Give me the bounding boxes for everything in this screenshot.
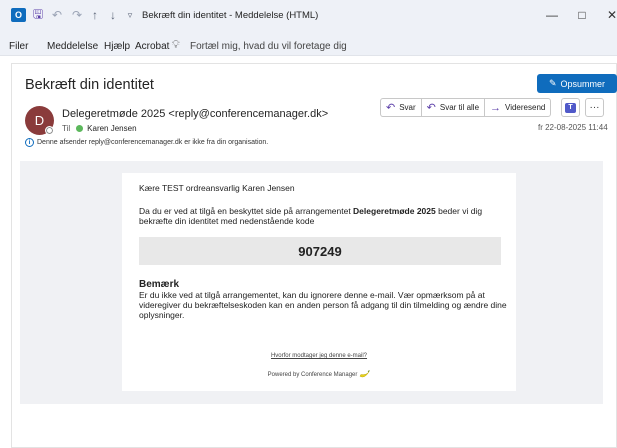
undo-icon[interactable]: ↶: [51, 8, 63, 22]
email-intro: Da du er ved at tilgå en beskyttet side …: [139, 206, 499, 226]
window-title: Bekræft din identitet - Meddelelse (HTML…: [142, 10, 319, 21]
forward-icon: →: [490, 101, 502, 114]
minimize-button[interactable]: —: [543, 7, 561, 23]
customize-qat-icon[interactable]: ▿: [125, 8, 135, 22]
lightbulb-icon: 💡︎: [172, 39, 180, 51]
sender[interactable]: Delegeretmøde 2025 <reply@conferencemana…: [62, 108, 328, 120]
reply-icon: ↶: [386, 102, 396, 114]
powered-by-text: Powered by Conference Manager: [267, 371, 358, 378]
tell-me-search[interactable]: Fortæl mig, hvad du vil foretage dig: [190, 41, 347, 52]
why-received-link[interactable]: Hvorfor modtager jeg denne e-mail?: [122, 353, 516, 359]
maximize-button[interactable]: □: [573, 7, 591, 23]
message-pane: Bekræft din identitet ✎ Opsummer D Deleg…: [11, 63, 617, 448]
recipient-name[interactable]: Karen Jensen: [87, 124, 136, 133]
message-subject: Bekræft din identitet: [25, 77, 154, 93]
recipient-row: Til Karen Jensen: [62, 124, 137, 133]
to-label: Til: [62, 124, 71, 133]
menu-hjaelp[interactable]: Hjælp: [104, 41, 130, 52]
reply-all-icon: ↶: [426, 102, 436, 114]
external-notice-text: Denne afsender reply@conferencemanager.d…: [37, 139, 269, 146]
close-button[interactable]: ✕: [603, 7, 617, 23]
response-actions: ↶ Svar ↶ Svar til alle → Videresend: [380, 98, 552, 117]
next-item-icon[interactable]: ↓: [107, 8, 119, 22]
copilot-icon: ✎: [548, 78, 557, 88]
message-date: fr 22-08-2025 11:44: [538, 123, 608, 132]
title-bar: O 🖫 ↶ ↷ ↑ ↓ ▿ Bekræft din identitet - Me…: [0, 0, 617, 30]
external-sender-notice: i Denne afsender reply@conferencemanager…: [25, 138, 268, 147]
forward-label: Videresend: [505, 103, 546, 112]
previous-item-icon[interactable]: ↑: [89, 8, 101, 22]
redo-icon[interactable]: ↷: [71, 8, 83, 22]
intro-text-start: Da du er ved at tilgå en beskyttet side …: [139, 206, 354, 216]
menu-bar: Filer Meddelelse Hjælp Acrobat 💡︎ Fortæl…: [0, 30, 617, 56]
outlook-icon: O: [11, 8, 26, 22]
ellipsis-icon: ···: [589, 102, 600, 113]
summarize-button[interactable]: ✎ Opsummer: [537, 74, 617, 93]
info-icon: i: [25, 138, 34, 147]
reply-button[interactable]: ↶ Svar: [381, 99, 422, 116]
event-name: Delegeretmøde 2025: [353, 206, 436, 216]
conference-manager-logo-icon: [360, 370, 371, 378]
recipient-presence-icon: [76, 125, 84, 132]
menu-acrobat[interactable]: Acrobat: [135, 41, 169, 52]
save-icon[interactable]: 🖫: [32, 7, 44, 22]
menu-meddelelse[interactable]: Meddelelse: [47, 41, 98, 52]
summarize-label: Opsummer: [560, 78, 606, 89]
more-actions-button[interactable]: ···: [585, 98, 604, 117]
presence-status-icon: [45, 126, 54, 135]
email-body: Kære TEST ordreansvarlig Karen Jensen Da…: [20, 161, 603, 404]
note-title: Bemærk: [139, 279, 180, 290]
reply-all-button[interactable]: ↶ Svar til alle: [422, 99, 486, 116]
teams-button[interactable]: T: [561, 98, 580, 117]
email-card: Kære TEST ordreansvarlig Karen Jensen Da…: [122, 173, 516, 391]
verification-code: 907249: [139, 237, 501, 265]
reply-all-label: Svar til alle: [439, 103, 480, 112]
powered-by: Powered by Conference Manager: [122, 370, 516, 379]
email-greeting: Kære TEST ordreansvarlig Karen Jensen: [139, 183, 295, 193]
teams-icon: T: [565, 102, 576, 113]
reply-label: Svar: [399, 103, 416, 112]
forward-button[interactable]: → Videresend: [485, 99, 550, 116]
note-text: Er du ikke ved at tilgå arrangementet, k…: [139, 290, 507, 320]
menu-filer[interactable]: Filer: [9, 41, 28, 52]
